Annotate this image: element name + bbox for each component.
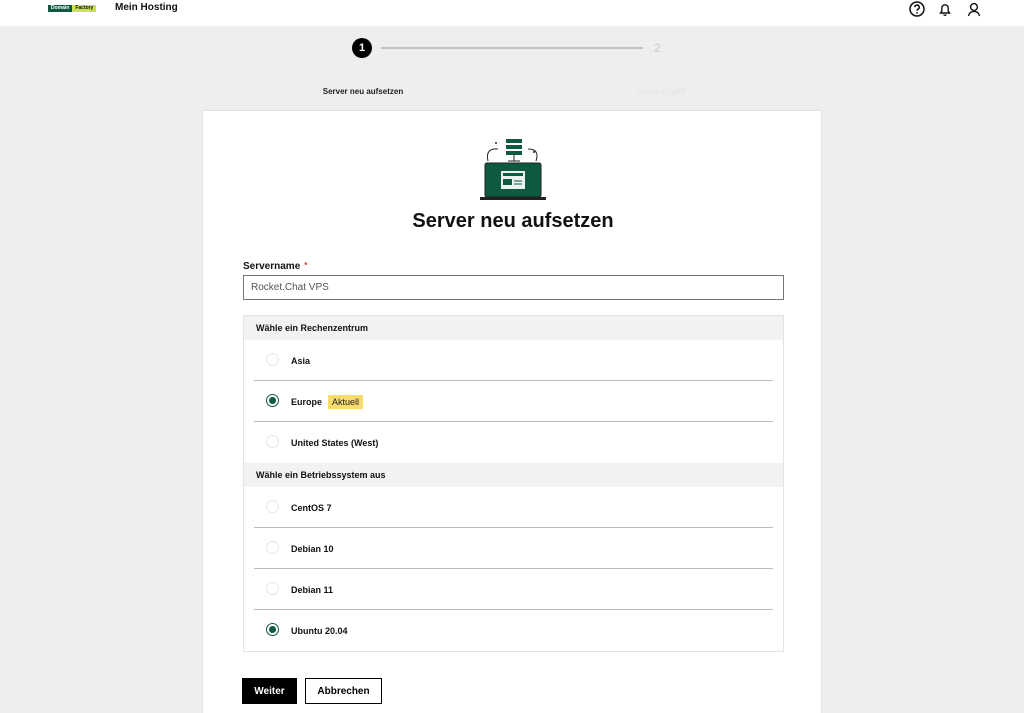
servername-input[interactable] xyxy=(243,275,784,300)
option-label: CentOS 7 xyxy=(291,502,332,513)
option-label: United States (West) xyxy=(291,437,379,448)
step-2-label: Admin-Zugriff xyxy=(637,87,685,96)
datacenter-group: Wähle ein Rechenzentrum Asia Europe Aktu… xyxy=(243,315,784,464)
radio-option-debian-10[interactable]: Debian 10 xyxy=(244,528,783,569)
os-header: Wähle ein Betriebssystem aus xyxy=(244,463,783,487)
radio-option-europe[interactable]: Europe Aktuell xyxy=(244,381,783,422)
bell-icon[interactable] xyxy=(936,0,954,18)
servername-label: Servername * xyxy=(243,261,307,272)
os-group: Wähle ein Betriebssystem aus CentOS 7 De… xyxy=(243,463,784,652)
radio-option-centos-7[interactable]: CentOS 7 xyxy=(244,487,783,528)
user-icon[interactable] xyxy=(965,0,983,18)
option-label: Europe xyxy=(291,396,323,407)
logo-part-domain: Domain xyxy=(48,5,73,12)
page-title: Server neu aufsetzen xyxy=(412,210,614,232)
radio-button-selected[interactable] xyxy=(266,623,279,636)
radio-option-ubuntu-20-04[interactable]: Ubuntu 20.04 xyxy=(244,610,783,651)
brand-logo[interactable]: Domain Factory xyxy=(48,5,97,12)
cancel-button[interactable]: Abbrechen xyxy=(305,678,382,704)
option-label: Debian 10 xyxy=(291,543,334,554)
step-connector xyxy=(381,47,643,49)
step-2-indicator: 2 xyxy=(654,41,661,55)
radio-option-asia[interactable]: Asia xyxy=(244,340,783,381)
option-label: Ubuntu 20.04 xyxy=(291,625,348,636)
datacenter-header: Wähle ein Rechenzentrum xyxy=(244,316,783,340)
radio-option-debian-11[interactable]: Debian 11 xyxy=(244,569,783,610)
radio-button[interactable] xyxy=(266,500,279,513)
help-icon[interactable] xyxy=(908,0,926,18)
top-bar: Domain Factory Mein Hosting xyxy=(0,0,1024,26)
radio-option-us-west[interactable]: United States (West) xyxy=(244,422,783,463)
radio-button[interactable] xyxy=(266,353,279,366)
logo-part-factory: Factory xyxy=(72,5,97,12)
radio-button[interactable] xyxy=(266,435,279,448)
option-label: Debian 11 xyxy=(291,584,334,595)
step-1-indicator: 1 xyxy=(352,38,372,58)
radio-button-selected[interactable] xyxy=(266,394,279,407)
setup-card: Server neu aufsetzen Servername* Wähle e… xyxy=(202,110,822,713)
step-1-label: Server neu aufsetzen xyxy=(322,87,404,96)
radio-button[interactable] xyxy=(266,541,279,554)
server-laptop-illustration xyxy=(468,139,558,203)
required-indicator: * xyxy=(304,261,308,270)
servername-label-text: Servername xyxy=(243,261,301,272)
option-label: Asia xyxy=(291,355,311,366)
app-title[interactable]: Mein Hosting xyxy=(115,2,178,13)
current-badge: Aktuell xyxy=(328,394,364,409)
next-button[interactable]: Weiter xyxy=(242,678,297,704)
wizard-stepper: 1 2 Server neu aufsetzen Admin-Zugriff xyxy=(0,36,1024,106)
radio-button[interactable] xyxy=(266,582,279,595)
